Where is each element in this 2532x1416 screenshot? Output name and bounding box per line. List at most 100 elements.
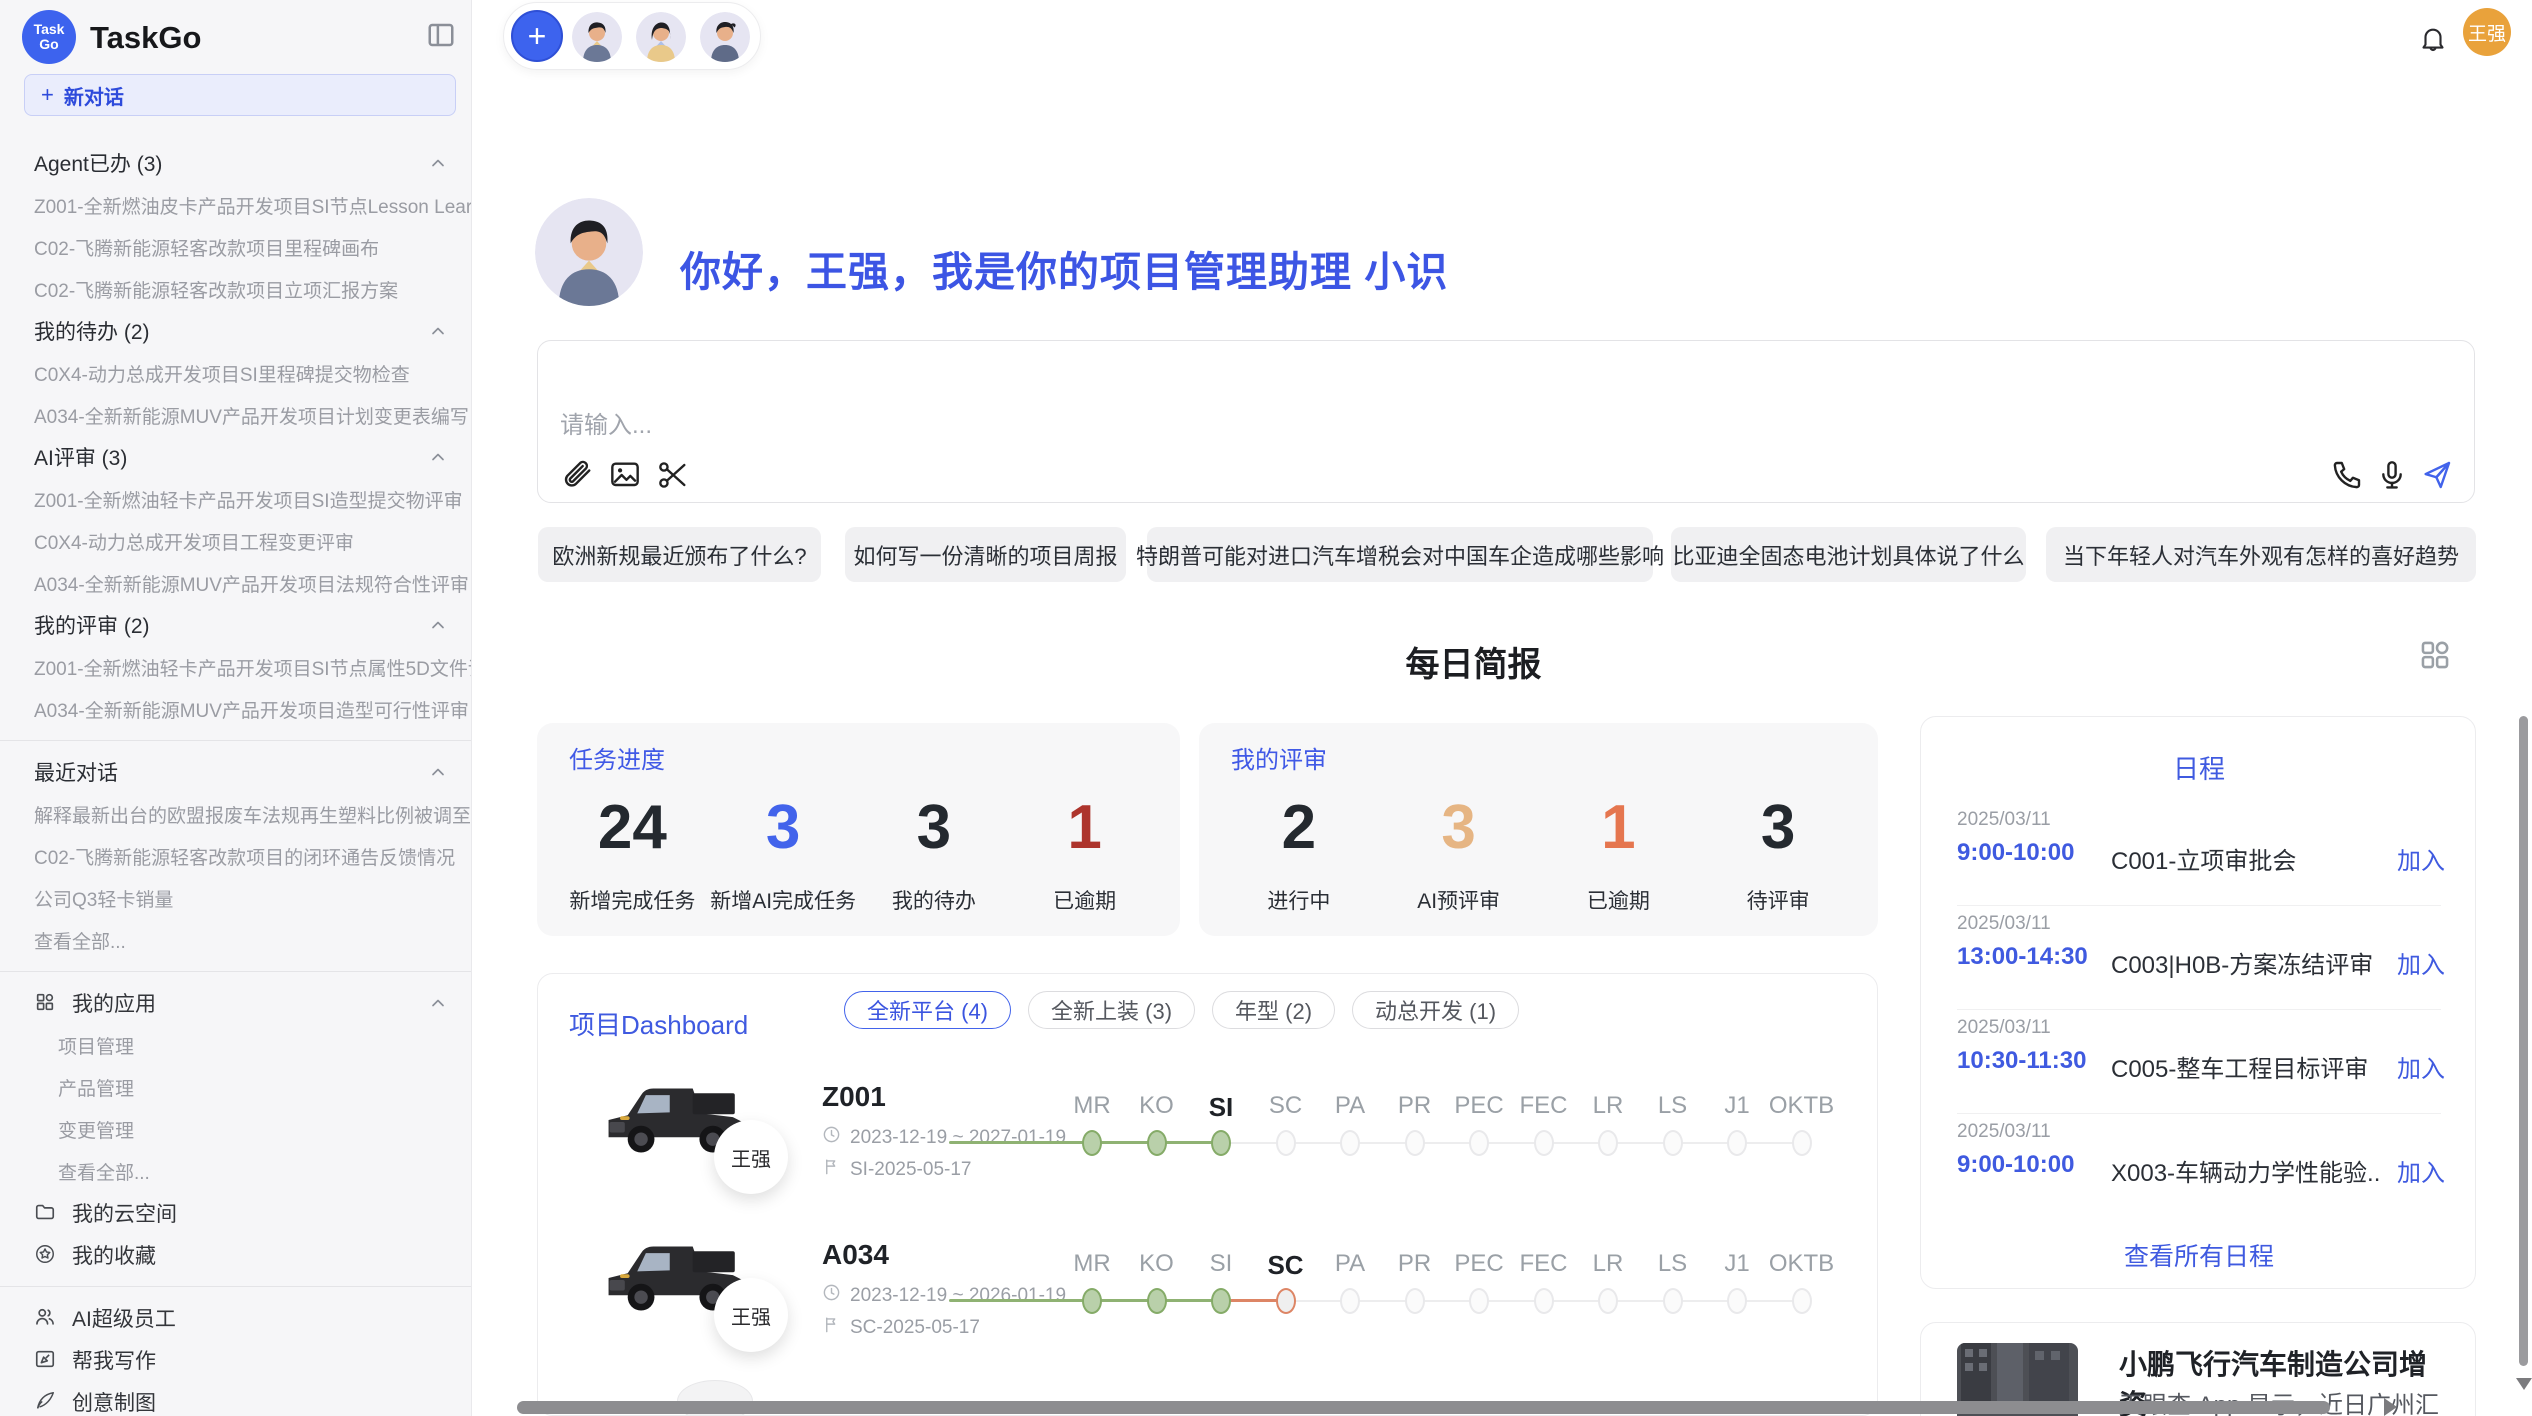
join-meeting-link[interactable]: 加入	[2397, 1049, 2445, 1084]
sidebar-item-people[interactable]: AI超级员工	[0, 1297, 472, 1339]
suggestion-chip[interactable]: 如何写一份清晰的项目周报	[845, 527, 1126, 582]
sidebar-section-header[interactable]: Agent已办 (3)	[0, 142, 472, 184]
schedule-date: 2025/03/11	[1957, 809, 2051, 831]
chevron-up-icon[interactable]	[428, 321, 448, 341]
sidebar-conversation-item[interactable]: 解释最新出台的欧盟报废车法规再生塑料比例被调至15%...	[0, 793, 472, 835]
suggestion-chip[interactable]: 比亚迪全固态电池计划具体说了什么	[1671, 527, 2026, 582]
dashboard-tab[interactable]: 年型 (2)	[1212, 991, 1335, 1029]
milestone-node-PEC	[1469, 1130, 1489, 1156]
sidebar-section-header[interactable]: 我的待办 (2)	[0, 310, 472, 352]
sidebar-section-header[interactable]: 我的评审 (2)	[0, 604, 472, 646]
send-icon[interactable]	[2421, 459, 2453, 491]
vertical-scrollbar[interactable]	[2519, 716, 2528, 1366]
chevron-up-icon[interactable]	[428, 762, 448, 782]
section-label: 我的待办 (2)	[34, 316, 150, 346]
voice-call-icon[interactable]	[2331, 459, 2363, 491]
view-all-schedule-link[interactable]: 查看所有日程	[1921, 1237, 2477, 1273]
section-label: AI评审 (3)	[34, 442, 127, 472]
scroll-right-arrow[interactable]	[2384, 1398, 2397, 1416]
stat-label: 我的待办	[859, 885, 1010, 915]
chevron-up-icon[interactable]	[428, 615, 448, 635]
add-agent-button[interactable]: +	[511, 10, 563, 62]
stat-已逾期: 1已逾期	[1539, 783, 1699, 915]
sidebar-conversation-item[interactable]: A034-全新新能源MUV产品开发项目计划变更表编写	[0, 394, 472, 436]
milestone-node-LR	[1598, 1130, 1618, 1156]
project-row-A034[interactable]: 王强A0342023-12-19 ~ 2026-01-19SC-2025-05-…	[538, 1226, 1878, 1376]
agent-avatar-3[interactable]	[700, 12, 750, 62]
stat-新增完成任务: 24新增完成任务	[557, 783, 708, 915]
sidebar-sub-item[interactable]: 产品管理	[0, 1066, 472, 1108]
notification-bell-icon[interactable]	[2418, 24, 2448, 54]
milestone-timeline: MRKOSISCPAPRPECFECLRLSJ1OKTB	[949, 1068, 1849, 1198]
sidebar-item-folder[interactable]: 我的云空间	[0, 1192, 472, 1234]
milestone-label-OKTB: OKTB	[1769, 1250, 1834, 1278]
draw-icon	[34, 1390, 58, 1414]
sidebar-conversation-item[interactable]: C0X4-动力总成开发项目SI里程碑提交物检查	[0, 352, 472, 394]
milestone-label-PR: PR	[1398, 1092, 1431, 1120]
stat-value: 3	[708, 783, 859, 873]
sidebar-conversation-item[interactable]: Z001-全新燃油轻卡产品开发项目SI节点属性5D文件评审	[0, 646, 472, 688]
screenshot-scissors-icon[interactable]	[657, 459, 689, 491]
chat-input[interactable]	[558, 403, 1962, 451]
sidebar-conversation-item[interactable]: C02-飞腾新能源轻客改款项目里程碑画布	[0, 226, 472, 268]
join-meeting-link[interactable]: 加入	[2397, 945, 2445, 980]
user-avatar[interactable]: 王强	[2463, 8, 2511, 56]
milestone-node-LS	[1663, 1130, 1683, 1156]
sidebar-item-write[interactable]: 帮我写作	[0, 1339, 472, 1381]
horizontal-scrollbar[interactable]	[517, 1401, 2330, 1414]
project-row-Z001[interactable]: 王强Z0012023-12-19 ~ 2027-01-19SI-2025-05-…	[538, 1068, 1878, 1218]
chevron-up-icon[interactable]	[428, 153, 448, 173]
sidebar-sub-item[interactable]: 查看全部...	[0, 1150, 472, 1192]
sidebar-sub-item[interactable]: 变更管理	[0, 1108, 472, 1150]
join-meeting-link[interactable]: 加入	[2397, 841, 2445, 876]
suggestion-chip[interactable]: 特朗普可能对进口汽车增税会对中国车企造成哪些影响	[1147, 527, 1653, 582]
sidebar-sub-item[interactable]: 项目管理	[0, 1024, 472, 1066]
sidebar-menu: Agent已办 (3)Z001-全新燃油皮卡产品开发项目SI节点Lesson L…	[0, 142, 472, 1416]
suggestion-chip[interactable]: 欧洲新规最近颁布了什么?	[538, 527, 821, 582]
agent-switcher: +	[503, 2, 761, 70]
schedule-item: 2025/03/1113:00-14:30C003|H0B-方案冻结评审加入	[1921, 905, 2477, 1009]
sidebar-conversation-item[interactable]: Z001-全新燃油轻卡产品开发项目SI造型提交物评审	[0, 478, 472, 520]
suggestion-chip[interactable]: 当下年轻人对汽车外观有怎样的喜好趋势	[2046, 527, 2476, 582]
chat-input-box	[537, 340, 2475, 503]
sidebar-conversation-item[interactable]: C02-飞腾新能源轻客改款项目立项汇报方案	[0, 268, 472, 310]
sidebar-section-header[interactable]: 最近对话	[0, 751, 472, 793]
milestone-node-LR	[1598, 1288, 1618, 1314]
grid-icon	[34, 991, 58, 1015]
write-icon	[34, 1348, 58, 1372]
schedule-time: 13:00-14:30	[1957, 943, 2088, 971]
sidebar-conversation-item[interactable]: A034-全新新能源MUV产品开发项目造型可行性评审	[0, 688, 472, 730]
dashboard-tab[interactable]: 动总开发 (1)	[1352, 991, 1519, 1029]
sidebar-collapse-icon[interactable]	[426, 20, 456, 50]
dashboard-tab[interactable]: 全新上装 (3)	[1028, 991, 1195, 1029]
chevron-up-icon[interactable]	[428, 447, 448, 467]
schedule-date: 2025/03/11	[1957, 913, 2051, 935]
microphone-icon[interactable]	[2376, 459, 2408, 491]
agent-avatar-1[interactable]	[572, 12, 622, 62]
dashboard-tab[interactable]: 全新平台 (4)	[844, 991, 1011, 1029]
row-label: 帮我写作	[72, 1345, 156, 1375]
sidebar-conversation-item[interactable]: C02-飞腾新能源轻客改款项目的闭环通告反馈情况	[0, 835, 472, 877]
sidebar-item-draw[interactable]: 创意制图	[0, 1381, 472, 1416]
project-owner-badge: 王强	[714, 1278, 788, 1352]
sidebar-conversation-item[interactable]: 公司Q3轻卡销量	[0, 877, 472, 919]
attachment-icon[interactable]	[561, 459, 593, 491]
stat-value: 1	[1009, 783, 1160, 873]
sidebar-item-star[interactable]: 我的收藏	[0, 1234, 472, 1276]
brief-layout-grid-icon[interactable]	[2418, 638, 2452, 672]
sidebar-conversation-item[interactable]: C0X4-动力总成开发项目工程变更评审	[0, 520, 472, 562]
sidebar-conversation-item[interactable]: A034-全新新能源MUV产品开发项目法规符合性评审	[0, 562, 472, 604]
agent-avatar-2[interactable]	[636, 12, 686, 62]
new-chat-button[interactable]: + 新对话	[24, 74, 456, 116]
sidebar-conversation-item[interactable]: 查看全部...	[0, 919, 472, 961]
sidebar-conversation-item[interactable]: Z001-全新燃油皮卡产品开发项目SI节点Lesson Learn报告	[0, 184, 472, 226]
sidebar-item-grid[interactable]: 我的应用	[0, 982, 472, 1024]
schedule-item: 2025/03/1110:30-11:30C005-整车工程目标评审加入	[1921, 1009, 2477, 1113]
schedule-meeting-title: X003-车辆动力学性能验...	[2111, 1153, 2381, 1188]
scroll-down-arrow[interactable]	[2516, 1378, 2532, 1390]
chevron-up-icon[interactable]	[428, 993, 448, 1013]
milestone-node-SC	[1276, 1130, 1296, 1156]
sidebar-section-header[interactable]: AI评审 (3)	[0, 436, 472, 478]
join-meeting-link[interactable]: 加入	[2397, 1153, 2445, 1188]
image-upload-icon[interactable]	[609, 459, 641, 491]
